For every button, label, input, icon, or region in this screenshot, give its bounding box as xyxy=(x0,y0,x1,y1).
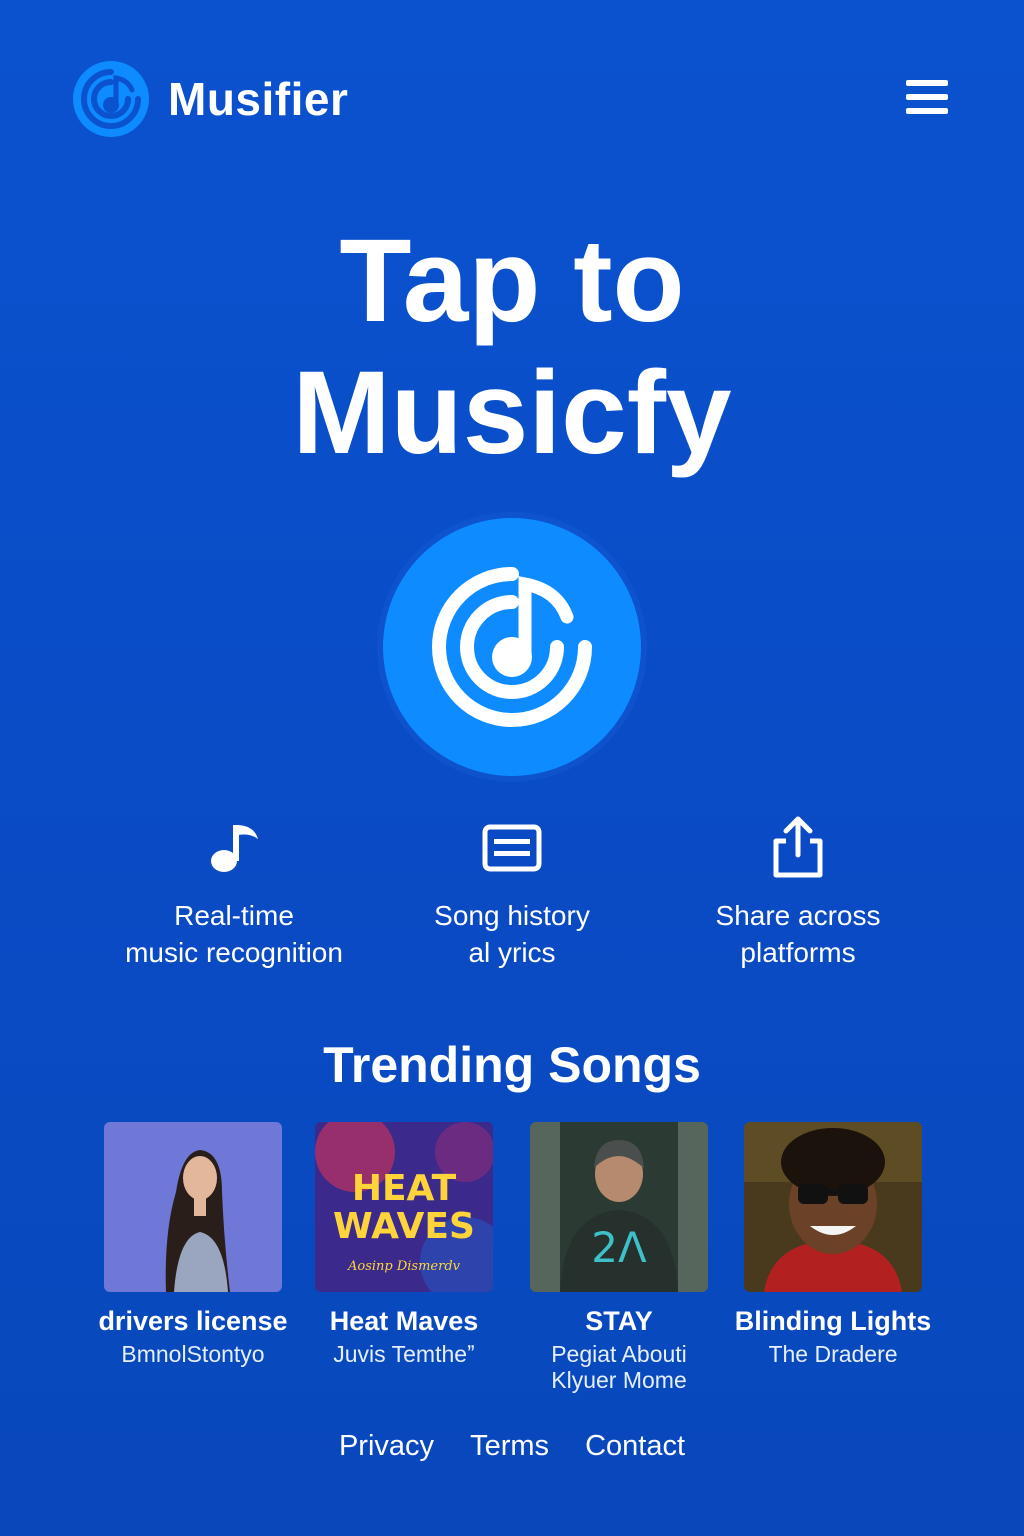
song-card-stay[interactable]: 2Λ STAY Pegiat Abouti Klyuer Mome xyxy=(514,1122,724,1393)
musifier-listen-icon xyxy=(432,567,592,727)
album-cover-image xyxy=(104,1122,282,1292)
share-icon xyxy=(773,816,823,878)
hero-line-1: Tap to xyxy=(339,215,685,347)
brand-name: Musifier xyxy=(168,73,349,125)
lyrics-list-icon xyxy=(482,824,542,872)
song-card-blinding-lights[interactable]: Blinding Lights The Dradere xyxy=(728,1122,938,1367)
cover-text-logo: 2Λ xyxy=(591,1223,647,1272)
song-title: STAY xyxy=(585,1306,653,1336)
feature-recognition-line-1: Real-time xyxy=(174,900,294,931)
song-artist: Pegiat Abouti Klyuer Mome xyxy=(514,1341,724,1393)
cover-text-heat: HEAT xyxy=(352,1168,457,1209)
feature-history-line-2: al yrics xyxy=(468,937,556,968)
song-artist-line-2: Klyuer Mome xyxy=(551,1367,687,1393)
album-cover-image: 2Λ xyxy=(530,1122,708,1292)
feature-share-label: Share across platforms xyxy=(648,897,948,971)
feature-recognition-line-2: music recognition xyxy=(125,937,343,968)
trending-title: Trending Songs xyxy=(323,1037,701,1093)
song-artist-line-1: Pegiat Abouti xyxy=(551,1341,687,1367)
feature-share-line-2: platforms xyxy=(740,937,856,968)
music-note-icon xyxy=(211,825,258,872)
musifier-logo-icon[interactable] xyxy=(70,58,152,140)
song-artist: BmnolStontyo xyxy=(121,1341,265,1367)
hamburger-menu-icon[interactable] xyxy=(906,80,948,116)
song-card-drivers-license[interactable]: drivers license BmnolStontyo xyxy=(88,1122,298,1367)
terms-link[interactable]: Terms xyxy=(470,1430,549,1462)
trending-songs-list: drivers license BmnolStontyo HEAT WAVES … xyxy=(90,1122,934,1402)
contact-link[interactable]: Contact xyxy=(585,1430,685,1462)
privacy-link[interactable]: Privacy xyxy=(339,1430,434,1462)
feature-history-label: Song history al yrics xyxy=(362,897,662,971)
cover-text-waves: WAVES xyxy=(333,1206,475,1247)
album-cover-image xyxy=(744,1122,922,1292)
song-title: drivers license xyxy=(98,1306,288,1336)
feature-history-line-1: Song history xyxy=(434,900,590,931)
app-header: Musifier xyxy=(70,58,954,138)
musicfy-button[interactable] xyxy=(383,518,641,776)
feature-recognition-label: Real-time music recognition xyxy=(84,897,384,971)
cover-text-artist: Aosinp Dismerdv xyxy=(347,1259,461,1274)
feature-share: Share across platforms xyxy=(648,815,948,971)
song-title: Heat Maves xyxy=(329,1306,479,1336)
song-artist: The Dradere xyxy=(768,1341,898,1367)
song-card-heat-waves[interactable]: HEAT WAVES Aosinp Dismerdv Heat Maves Ju… xyxy=(299,1122,509,1367)
feature-share-line-1: Share across xyxy=(715,900,881,931)
song-title: Blinding Lights xyxy=(734,1306,932,1336)
song-artist: Juvis Temtheˮ xyxy=(333,1341,475,1367)
hero-heading: Tap to Musicfy xyxy=(0,215,1024,479)
feature-recognition: Real-time music recognition xyxy=(84,815,384,971)
album-cover-image: HEAT WAVES Aosinp Dismerdv xyxy=(315,1122,493,1292)
footer-links: Privacy Terms Contact xyxy=(0,1430,1024,1463)
feature-history: Song history al yrics xyxy=(362,815,662,971)
features-row: Real-time music recognition Song history… xyxy=(90,815,934,985)
hero-line-2: Musicfy xyxy=(292,347,732,479)
